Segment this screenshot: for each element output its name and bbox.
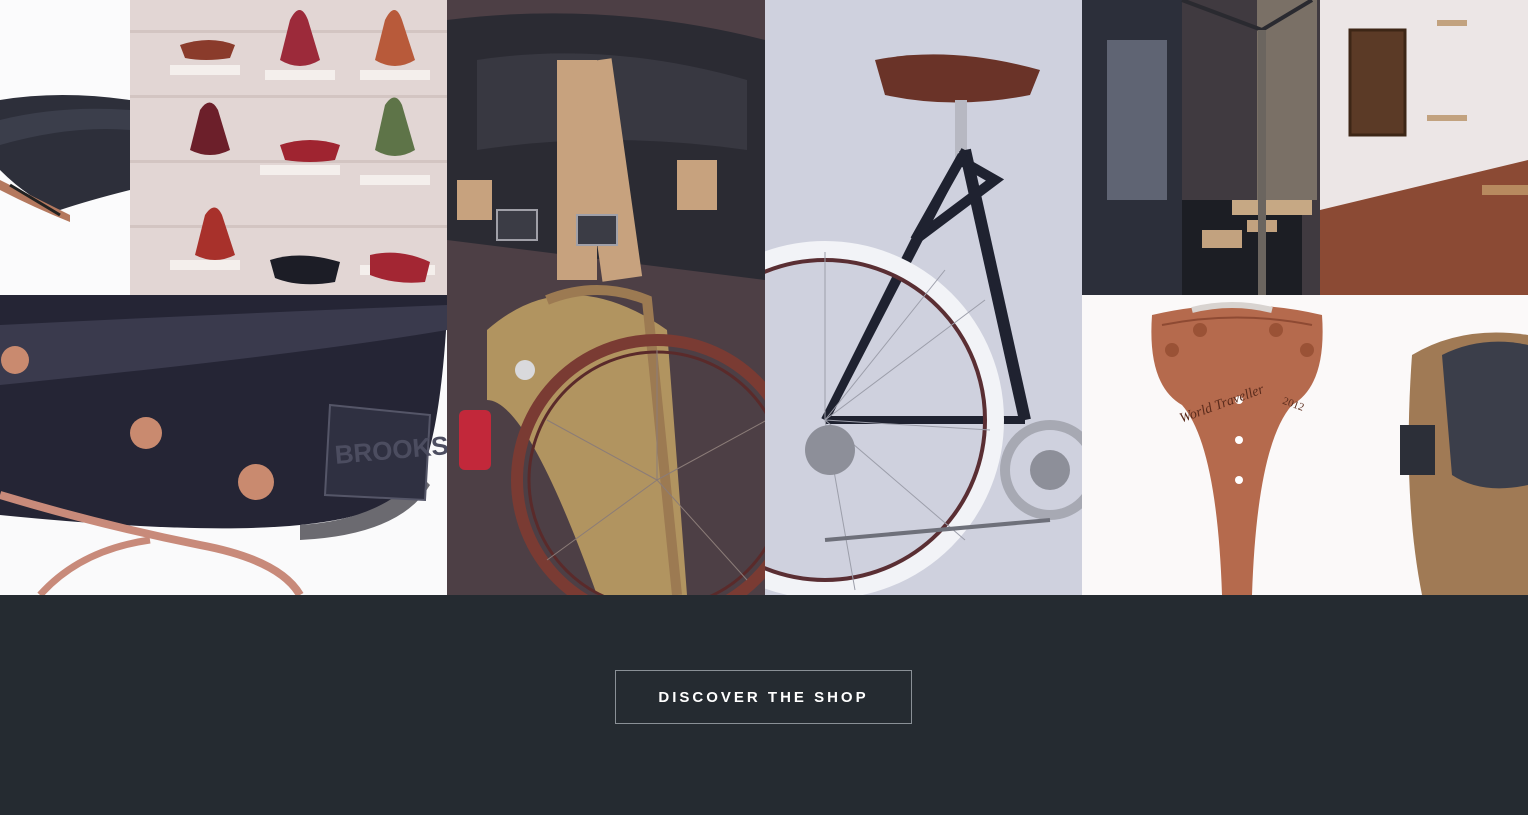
road-bicycle-image[interactable] <box>765 0 1082 595</box>
saddle-display-wall-image[interactable] <box>130 0 447 295</box>
saddle-closeup-top-image[interactable] <box>0 0 130 295</box>
photo-gallery: BROOKS World Traveller 2012 <box>0 0 1528 595</box>
copper-saddle-image[interactable]: World Traveller 2012 <box>1082 295 1528 595</box>
store-interior-image[interactable] <box>1082 0 1528 295</box>
cta-section: DISCOVER THE SHOP <box>0 595 1528 815</box>
discover-shop-button[interactable]: DISCOVER THE SHOP <box>615 670 912 724</box>
bike-rear-with-bag-image[interactable] <box>447 0 765 595</box>
black-saddle-closeup-image[interactable]: BROOKS <box>0 295 447 595</box>
